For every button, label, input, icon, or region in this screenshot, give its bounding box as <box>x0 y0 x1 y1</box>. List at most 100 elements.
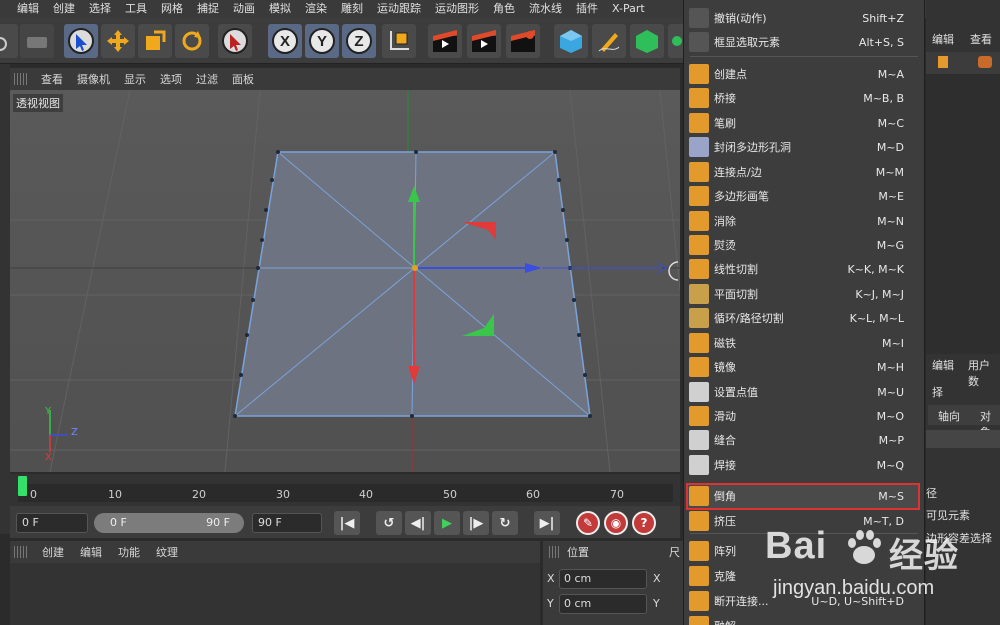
material-area[interactable] <box>10 563 540 625</box>
end-frame-field[interactable]: 90 F <box>252 513 322 533</box>
menu-render[interactable]: 渲染 <box>298 0 334 18</box>
recent-tool-button[interactable] <box>218 24 252 58</box>
playhead[interactable] <box>18 476 27 496</box>
timeline-ruler[interactable]: 0 10 20 30 40 50 60 70 <box>18 484 673 502</box>
menu-tools[interactable]: 工具 <box>118 0 154 18</box>
timeline[interactable]: 0 10 20 30 40 50 60 70 <box>10 474 680 506</box>
viewport-title[interactable]: 透视视图 <box>13 94 63 112</box>
x-position-field[interactable]: 0 cm <box>559 569 647 589</box>
pen-spline-button[interactable] <box>592 24 626 58</box>
object-list[interactable] <box>926 74 1000 354</box>
menu-sculpt[interactable]: 雕刻 <box>334 0 370 18</box>
menu-mesh[interactable]: 网格 <box>154 0 190 18</box>
move-tool-button[interactable] <box>101 24 135 58</box>
menu-mograph[interactable]: 运动图形 <box>428 0 486 18</box>
menu-select[interactable]: 选择 <box>82 0 118 18</box>
context-menu-item-stitch[interactable]: 缝合 M~P <box>684 428 926 452</box>
play-button[interactable]: ▶ <box>434 511 460 535</box>
context-menu-item-mirror[interactable]: 镜像 M~H <box>684 355 926 379</box>
prev-key-button[interactable]: ↺ <box>376 511 402 535</box>
menu-motion-tracking[interactable]: 运动跟踪 <box>370 0 428 18</box>
material-menu-function[interactable]: 功能 <box>110 544 148 560</box>
context-menu-item-magnet[interactable]: 磁铁 M~I <box>684 331 926 355</box>
menu-snap[interactable]: 捕捉 <box>190 0 226 18</box>
render-view-button[interactable] <box>428 24 462 58</box>
attributes-tab-edit[interactable]: 编辑 <box>932 357 954 373</box>
z-axis-lock-button[interactable]: Z <box>342 24 376 58</box>
go-to-start-button[interactable]: |◀ <box>334 511 360 535</box>
objects-tab-view[interactable]: 查看 <box>970 31 992 47</box>
grip-icon-3[interactable] <box>549 546 559 558</box>
cube-primitive-button[interactable] <box>554 24 588 58</box>
axis-tab[interactable]: 轴向 <box>938 408 960 424</box>
context-menu-item-close-hole[interactable]: 封闭多边形孔洞 M~D <box>684 135 926 159</box>
gizmo-center[interactable] <box>412 265 418 271</box>
context-menu-item-brush[interactable]: 笔刷 M~C <box>684 111 926 135</box>
x-axis-lock-button[interactable]: X <box>268 24 302 58</box>
viewport-menu-filter[interactable]: 过滤 <box>189 71 225 87</box>
render-settings-button[interactable] <box>506 24 540 58</box>
viewport-menu-display[interactable]: 显示 <box>117 71 153 87</box>
go-to-end-button[interactable]: ▶| <box>534 511 560 535</box>
scale-tool-button[interactable] <box>138 24 172 58</box>
context-menu-item-line-cut[interactable]: 线性切割 K~K, M~K <box>684 257 926 281</box>
coordinate-system-button[interactable] <box>382 24 416 58</box>
context-menu-item-weld[interactable]: 焊接 M~Q <box>684 453 926 477</box>
viewport-menu-panel[interactable]: 面板 <box>225 71 261 87</box>
menu-create[interactable]: 创建 <box>46 0 82 18</box>
context-menu-item-create-point[interactable]: 创建点 M~A <box>684 62 926 86</box>
menu-xparticles[interactable]: X-Part <box>605 0 652 18</box>
menu-animate[interactable]: 动画 <box>226 0 262 18</box>
menu-simulate[interactable]: 模拟 <box>262 0 298 18</box>
context-menu-item-slide[interactable]: 滑动 M~O <box>684 404 926 428</box>
context-menu-item-polygon-pen[interactable]: 多边形画笔 M~E <box>684 184 926 208</box>
context-menu-item-connect[interactable]: 连接点/边 M~M <box>684 160 926 184</box>
context-menu-item-plane-cut[interactable]: 平面切割 K~J, M~J <box>684 282 926 306</box>
context-menu-label: 挤压 <box>714 515 736 528</box>
viewport-menu-camera[interactable]: 摄像机 <box>70 71 117 87</box>
next-key-button[interactable]: ↻ <box>492 511 518 535</box>
viewport-menu-view[interactable]: 查看 <box>34 71 70 87</box>
material-menu-create[interactable]: 创建 <box>34 544 72 560</box>
material-menu-texture[interactable]: 纹理 <box>148 544 186 560</box>
last-tool-button[interactable] <box>20 24 54 58</box>
redo-button[interactable] <box>0 24 18 58</box>
object-icon[interactable] <box>938 56 948 68</box>
prev-frame-button[interactable]: ◀| <box>405 511 431 535</box>
context-menu-item-bridge[interactable]: 桥接 M~B, B <box>684 86 926 110</box>
frame-range-slider[interactable]: 0 F 90 F <box>94 513 244 533</box>
grip-icon[interactable] <box>14 73 28 85</box>
subdivision-button[interactable] <box>630 24 664 58</box>
context-menu-item-set-point-value[interactable]: 设置点值 M~U <box>684 380 926 404</box>
context-menu-item-loop-cut[interactable]: 循环/路径切割 K~L, M~L <box>684 306 926 330</box>
objects-tab-edit[interactable]: 编辑 <box>932 31 954 47</box>
context-menu-label: 多边形画笔 <box>714 190 769 203</box>
autokey-button[interactable]: ◉ <box>604 511 628 535</box>
grip-icon-2[interactable] <box>14 546 28 558</box>
rotate-tool-button[interactable] <box>175 24 209 58</box>
tag-icon[interactable] <box>978 56 992 68</box>
context-menu-item-dissolve[interactable]: 消除 M~N <box>684 209 926 233</box>
live-select-button[interactable] <box>64 24 98 58</box>
context-menu-item-bevel[interactable]: 倒角 M~S <box>684 484 926 508</box>
context-menu-item-iron[interactable]: 熨烫 M~G <box>684 233 926 257</box>
menu-edit[interactable]: 编辑 <box>10 0 46 18</box>
current-frame-field[interactable]: 0 F <box>16 513 88 533</box>
keyframe-selection-button[interactable]: ? <box>632 511 656 535</box>
y-position-field[interactable]: 0 cm <box>559 594 647 614</box>
context-menu-item-undo[interactable]: 撤销(动作) Shift+Z <box>684 6 926 30</box>
context-menu-label: 撤销(动作) <box>714 12 767 25</box>
next-frame-button[interactable]: |▶ <box>463 511 489 535</box>
viewport-edge-handle-icon[interactable] <box>668 261 679 281</box>
viewport-menu-options[interactable]: 选项 <box>153 71 189 87</box>
context-menu-item-frame-selection[interactable]: 框显选取元素 Alt+S, S <box>684 30 926 54</box>
attributes-tab-user[interactable]: 用户数 <box>968 357 1000 389</box>
record-button[interactable]: ✎ <box>576 511 600 535</box>
menu-character[interactable]: 角色 <box>486 0 522 18</box>
perspective-viewport[interactable]: 透视视图 Y Z X <box>10 90 680 472</box>
y-axis-lock-button[interactable]: Y <box>305 24 339 58</box>
menu-pipeline[interactable]: 流水线 <box>522 0 569 18</box>
material-menu-edit[interactable]: 编辑 <box>72 544 110 560</box>
menu-plugins[interactable]: 插件 <box>569 0 605 18</box>
render-to-picture-viewer-button[interactable] <box>467 24 501 58</box>
